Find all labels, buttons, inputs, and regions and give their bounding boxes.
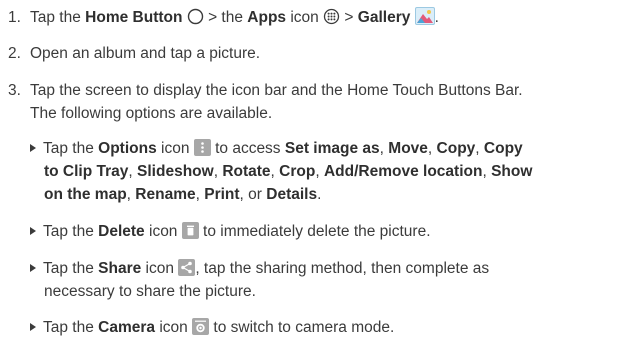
step-text: Tap the screen to display the icon bar a… — [30, 82, 523, 99]
step-text: . — [434, 9, 439, 26]
crop: Crop — [279, 163, 316, 180]
step-number: 2. — [8, 45, 21, 62]
comma: , — [315, 163, 324, 180]
bullet-text: icon — [155, 319, 193, 336]
step-number: 1. — [8, 9, 21, 26]
bullet-options-line2: to Clip Tray, Slideshow, Rotate, Crop, A… — [44, 161, 532, 183]
bullet-options-line3: on the map, Rename, Print, or Details. — [44, 184, 321, 206]
bullet-text: to switch to camera mode. — [209, 319, 395, 336]
bullet-text: Tap the — [43, 260, 99, 277]
delete-icon — [181, 222, 199, 246]
set-image-as: Set image as — [284, 140, 380, 157]
bullet-arrow-icon — [30, 323, 36, 331]
bullet-text: to immediately delete the picture. — [198, 223, 431, 240]
bullet-arrow-icon — [30, 264, 36, 272]
add-remove-location: Add/Remove location — [323, 163, 483, 180]
apps-icon — [323, 8, 340, 32]
bullet-text: , tap the sharing method, then complete … — [195, 260, 490, 277]
show-on-the-map-part2: on the map — [44, 186, 127, 203]
options-label: Options — [98, 140, 157, 157]
gallery-label: Gallery — [357, 9, 411, 26]
bullet-text: to access — [210, 140, 285, 157]
or-text: , or — [239, 186, 267, 203]
print: Print — [204, 186, 240, 203]
comma: , — [482, 163, 492, 180]
comma: , — [427, 140, 437, 157]
share-icon — [178, 259, 196, 283]
step-1: 1. Tap the Home Button > the Apps icon > … — [8, 7, 439, 32]
copy-to-clip-tray-part1: Copy — [483, 140, 523, 157]
comma: , — [379, 140, 389, 157]
step-text: > the — [203, 9, 248, 26]
copy: Copy — [436, 140, 476, 157]
period: . — [317, 186, 322, 203]
bullet-text: icon — [156, 140, 194, 157]
show-on-the-map-part1: Show — [491, 163, 533, 180]
comma: , — [270, 163, 280, 180]
copy-to-clip-tray-part2: to Clip Tray — [44, 163, 129, 180]
bullet-arrow-icon — [30, 227, 36, 235]
home-button-icon — [187, 8, 204, 32]
bullet-share-line2: necessary to share the picture. — [44, 283, 256, 300]
bullet-camera: Tap the Camera icon to switch to camera … — [30, 317, 394, 342]
bullet-text: Tap the — [43, 140, 99, 157]
step-number: 3. — [8, 82, 21, 99]
camera-label: Camera — [98, 319, 156, 336]
camera-icon — [192, 318, 210, 342]
step-text: > — [340, 9, 358, 26]
step-text: Open an album and tap a picture. — [30, 45, 261, 62]
apps-label: Apps — [247, 9, 287, 26]
rotate: Rotate — [222, 163, 271, 180]
step-3: 3. Tap the screen to display the icon bar… — [8, 80, 523, 102]
step-text: icon — [286, 9, 324, 26]
home-button-label: Home Button — [85, 9, 183, 26]
comma: , — [475, 140, 484, 157]
move: Move — [388, 140, 428, 157]
bullet-text: icon — [144, 223, 182, 240]
delete-label: Delete — [98, 223, 145, 240]
gallery-icon — [414, 7, 435, 32]
comma: , — [126, 186, 136, 203]
comma: , — [195, 186, 205, 203]
bullet-options: Tap the Options icon to access Set image… — [30, 138, 523, 163]
step-text: Tap the — [30, 9, 86, 26]
bullet-text: Tap the — [43, 319, 99, 336]
bullet-arrow-icon — [30, 144, 36, 152]
comma: , — [128, 163, 138, 180]
options-icon — [193, 139, 211, 163]
share-label: Share — [98, 260, 142, 277]
bullet-share: Tap the Share icon , tap the sharing met… — [30, 258, 489, 283]
step-2: 2. Open an album and tap a picture. — [8, 43, 260, 65]
details: Details — [266, 186, 318, 203]
rename: Rename — [135, 186, 196, 203]
slideshow: Slideshow — [137, 163, 214, 180]
bullet-text: icon — [141, 260, 179, 277]
bullet-text: Tap the — [43, 223, 99, 240]
step-3-continued: The following options are available. — [30, 105, 273, 122]
bullet-delete: Tap the Delete icon to immediately delet… — [30, 221, 431, 246]
